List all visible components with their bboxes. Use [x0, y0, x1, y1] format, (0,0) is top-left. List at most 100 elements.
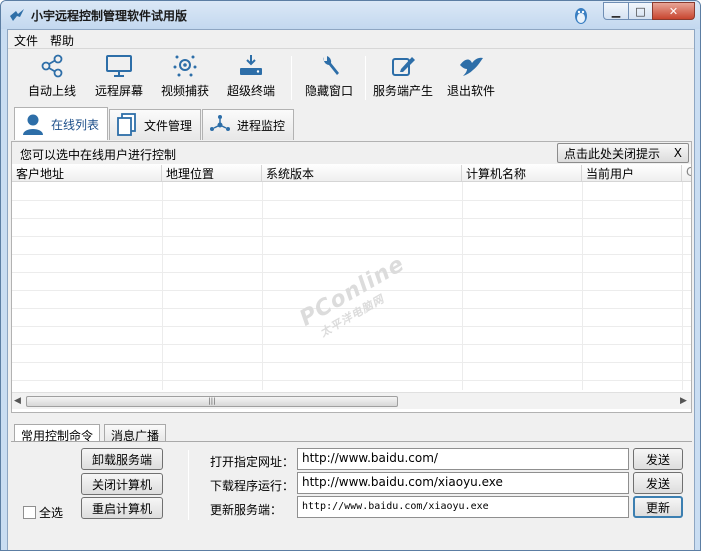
shutdown-button[interactable]: 关闭计算机 [81, 473, 163, 495]
close-hint-label: 点击此处关闭提示 [564, 146, 661, 161]
send-download-button[interactable]: 发送 [633, 472, 683, 494]
col-client-address[interactable]: 客户地址 [12, 165, 162, 181]
table-row-line [12, 290, 691, 291]
toolbar-label: 视频捕获 [160, 84, 209, 98]
col-more[interactable]: C [682, 165, 691, 181]
col-computer-name[interactable]: 计算机名称 [462, 165, 582, 181]
client-table[interactable]: 客户地址 地理位置 系统版本 计算机名称 当前用户 C [12, 164, 691, 390]
edit-pen-icon [392, 57, 415, 76]
close-button[interactable]: ✕ [652, 2, 695, 20]
select-all-label: 全选 [39, 506, 64, 520]
hint-bar: 您可以选中在线用户进行控制 点击此处关闭提示 X [12, 142, 691, 164]
table-row-line [12, 236, 691, 237]
penguin-icon[interactable] [573, 5, 589, 25]
toolbar-label: 隐藏窗口 [304, 84, 353, 98]
checkbox-box[interactable] [23, 506, 36, 519]
online-list-panel: 您可以选中在线用户进行控制 点击此处关闭提示 X 客户地址 地理位置 系统版本 … [11, 141, 692, 413]
table-row-line [12, 218, 691, 219]
scroll-left-icon[interactable]: ◀ [14, 396, 21, 406]
wrench-icon [323, 56, 339, 75]
table-column-line [262, 182, 263, 390]
terminal-download-icon [240, 55, 262, 75]
tab-label: 文件管理 [144, 118, 193, 133]
hint-text: 您可以选中在线用户进行控制 [20, 148, 177, 162]
toolbar-separator [365, 56, 366, 100]
horizontal-scrollbar[interactable]: ◀ ||| ▶ [12, 392, 691, 409]
share-nodes-icon [41, 54, 63, 78]
tab-online-list[interactable]: 在线列表 [14, 107, 108, 140]
main-tabs: 在线列表 文件管理 进程监控 [8, 107, 694, 141]
toolbar-label: 退出软件 [446, 84, 495, 98]
command-panel: 卸载服务端 关闭计算机 重启计算机 全选 打开指定网址： http://www.… [11, 441, 692, 550]
video-capture-button[interactable]: 视频捕获 [158, 54, 212, 104]
open-url-label: 打开指定网址： [210, 455, 295, 469]
table-row-line [12, 254, 691, 255]
table-row-line [12, 380, 691, 381]
table-row-line [12, 326, 691, 327]
table-row-line [12, 272, 691, 273]
remote-screen-button[interactable]: 远程屏幕 [92, 54, 146, 104]
table-column-line [682, 182, 683, 390]
scroll-thumb[interactable]: ||| [26, 396, 398, 407]
table-row-line [12, 344, 691, 345]
table-row-line [12, 308, 691, 309]
tab-process-monitor[interactable]: 进程监控 [202, 109, 294, 140]
super-terminal-button[interactable]: 超级终端 [224, 54, 278, 104]
toolbar-separator [291, 56, 292, 100]
menu-file[interactable]: 文件 [14, 32, 38, 49]
table-header: 客户地址 地理位置 系统版本 计算机名称 当前用户 C [12, 164, 691, 182]
uninstall-server-button[interactable]: 卸载服务端 [81, 448, 163, 470]
toolbar-label: 超级终端 [226, 84, 275, 98]
select-all-checkbox[interactable]: 全选 [23, 504, 63, 521]
menu-bar: 文件 帮助 [8, 30, 694, 49]
bird-icon [460, 57, 483, 76]
table-column-line [582, 182, 583, 390]
tab-common-commands[interactable]: 常用控制命令 [14, 424, 101, 443]
vertical-divider [188, 450, 189, 520]
download-url-input[interactable]: http://www.baidu.com/xiaoyu.exe [297, 472, 629, 494]
toolbar-label: 自动上线 [27, 84, 76, 98]
update-url-input[interactable]: http://www.baidu.com/xiaoyu.exe [297, 496, 629, 518]
table-row-line [12, 200, 691, 201]
build-server-button[interactable]: 服务端产生 [372, 54, 434, 104]
auto-online-button[interactable]: 自动上线 [26, 54, 78, 104]
tab-label: 进程监控 [237, 118, 286, 133]
tab-label: 在线列表 [51, 117, 100, 132]
send-url-button[interactable]: 发送 [633, 448, 683, 470]
restart-button[interactable]: 重启计算机 [81, 497, 163, 519]
process-icon [210, 115, 230, 131]
title-bar[interactable]: 小宇远程控制管理软件试用版 ▁ □ ✕ [1, 1, 700, 29]
tab-file-manager[interactable]: 文件管理 [109, 109, 201, 140]
toolbar-label: 服务端产生 [372, 84, 433, 98]
files-icon [117, 113, 136, 136]
toolbar-label: 远程屏幕 [94, 84, 143, 98]
close-x-icon: X [673, 146, 682, 160]
webcam-icon [173, 55, 197, 77]
table-row-line [12, 362, 691, 363]
command-tabs: 常用控制命令 消息广播 [14, 424, 694, 443]
table-column-line [162, 182, 163, 390]
update-server-label: 更新服务端： [210, 503, 283, 517]
close-hint-button[interactable]: 点击此处关闭提示 X [557, 143, 689, 163]
app-bird-icon [10, 9, 24, 21]
minimize-button[interactable]: ▁ [603, 2, 629, 20]
app-window: 小宇远程控制管理软件试用版 ▁ □ ✕ 文件 帮助 自动上线 远程屏幕 视频捕获… [0, 0, 701, 551]
table-column-line [462, 182, 463, 390]
col-current-user[interactable]: 当前用户 [582, 165, 682, 181]
tab-broadcast[interactable]: 消息广播 [104, 424, 167, 443]
update-button[interactable]: 更新 [633, 496, 683, 518]
user-icon [23, 114, 43, 135]
monitor-icon [106, 55, 132, 77]
scroll-right-icon[interactable]: ▶ [680, 396, 687, 406]
window-title: 小宇远程控制管理软件试用版 [31, 9, 188, 23]
menu-help[interactable]: 帮助 [50, 32, 74, 49]
download-run-label: 下载程序运行： [210, 479, 295, 493]
maximize-button[interactable]: □ [628, 2, 653, 20]
col-os-version[interactable]: 系统版本 [262, 165, 462, 181]
exit-software-button[interactable]: 退出软件 [444, 54, 498, 104]
open-url-input[interactable]: http://www.baidu.com/ [297, 448, 629, 470]
hide-window-button[interactable]: 隐藏窗口 [302, 54, 356, 104]
client-area: 文件 帮助 自动上线 远程屏幕 视频捕获 超级终端 隐藏窗口 服务端产生 退出软… [7, 29, 695, 550]
toolbar: 自动上线 远程屏幕 视频捕获 超级终端 隐藏窗口 服务端产生 退出软件 [8, 50, 694, 106]
col-location[interactable]: 地理位置 [162, 165, 262, 181]
